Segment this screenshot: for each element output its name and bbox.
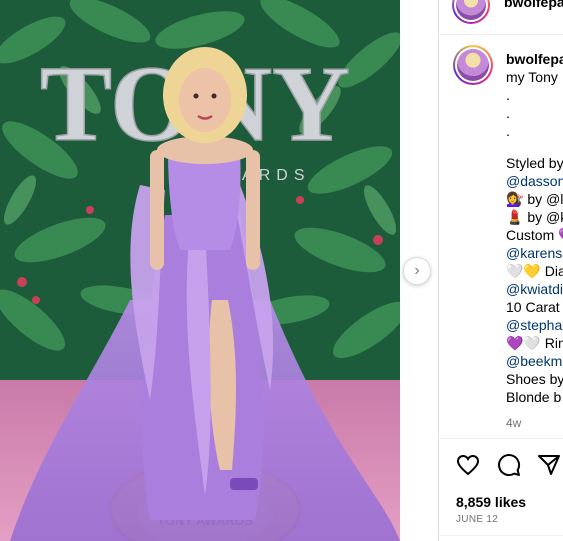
post-caption: bwolfepa my Tony... Styled by @dasson 💇‍♀️ …: [506, 50, 563, 406]
caption-line: Custom 💜: [506, 227, 563, 243]
caption-line: 💄 by @k: [506, 209, 563, 225]
actions-divider: [438, 438, 563, 439]
header-username[interactable]: bwolfepa: [504, 0, 563, 10]
caption-line: 🤍💛 Dia: [506, 263, 563, 279]
like-button[interactable]: [456, 453, 480, 477]
caption-mention[interactable]: @beekm: [506, 352, 563, 370]
heart-icon: [456, 454, 480, 476]
caption-line: .: [506, 105, 510, 121]
likes-count[interactable]: 8,859 likes: [456, 494, 526, 510]
caption-mention[interactable]: @stepha: [506, 316, 563, 334]
chevron-right-icon: ›: [414, 262, 420, 279]
caption-mention[interactable]: @dasson: [506, 172, 563, 190]
panel-divider: [438, 0, 439, 541]
next-photo-button[interactable]: ›: [403, 257, 431, 285]
comment-icon: [498, 454, 521, 477]
caption-line: 💜🤍 Rin: [506, 335, 563, 351]
caption-line: Styled by: [506, 155, 563, 171]
caption-line: .: [506, 123, 510, 139]
caption-line: .: [506, 87, 510, 103]
caption-mention[interactable]: @karensa: [506, 244, 563, 262]
comment-button[interactable]: [497, 453, 521, 477]
caption-line: 10 Carat: [506, 299, 560, 315]
caption-line: 💇‍♀️ by @l: [506, 191, 563, 207]
avatar[interactable]: [452, 0, 490, 24]
caption-username[interactable]: bwolfepa: [506, 50, 563, 68]
caption-line: Blonde b: [506, 389, 562, 405]
share-button[interactable]: [537, 453, 561, 477]
caption-mention[interactable]: @kwiatdi: [506, 280, 563, 298]
caption-avatar[interactable]: [453, 45, 493, 85]
red-carpet-photo: TONY AWARDS TONY AWARDS: [0, 0, 400, 541]
caption-line: my Tony: [506, 69, 558, 85]
paper-plane-icon: [538, 455, 560, 475]
caption-line: Shoes by: [506, 371, 563, 387]
bottom-divider: [438, 535, 563, 536]
post-photo[interactable]: TONY AWARDS TONY AWARDS: [0, 0, 400, 541]
post-date[interactable]: JUNE 12: [456, 514, 498, 525]
time-ago[interactable]: 4w: [506, 416, 521, 430]
caption-line: [506, 140, 563, 154]
